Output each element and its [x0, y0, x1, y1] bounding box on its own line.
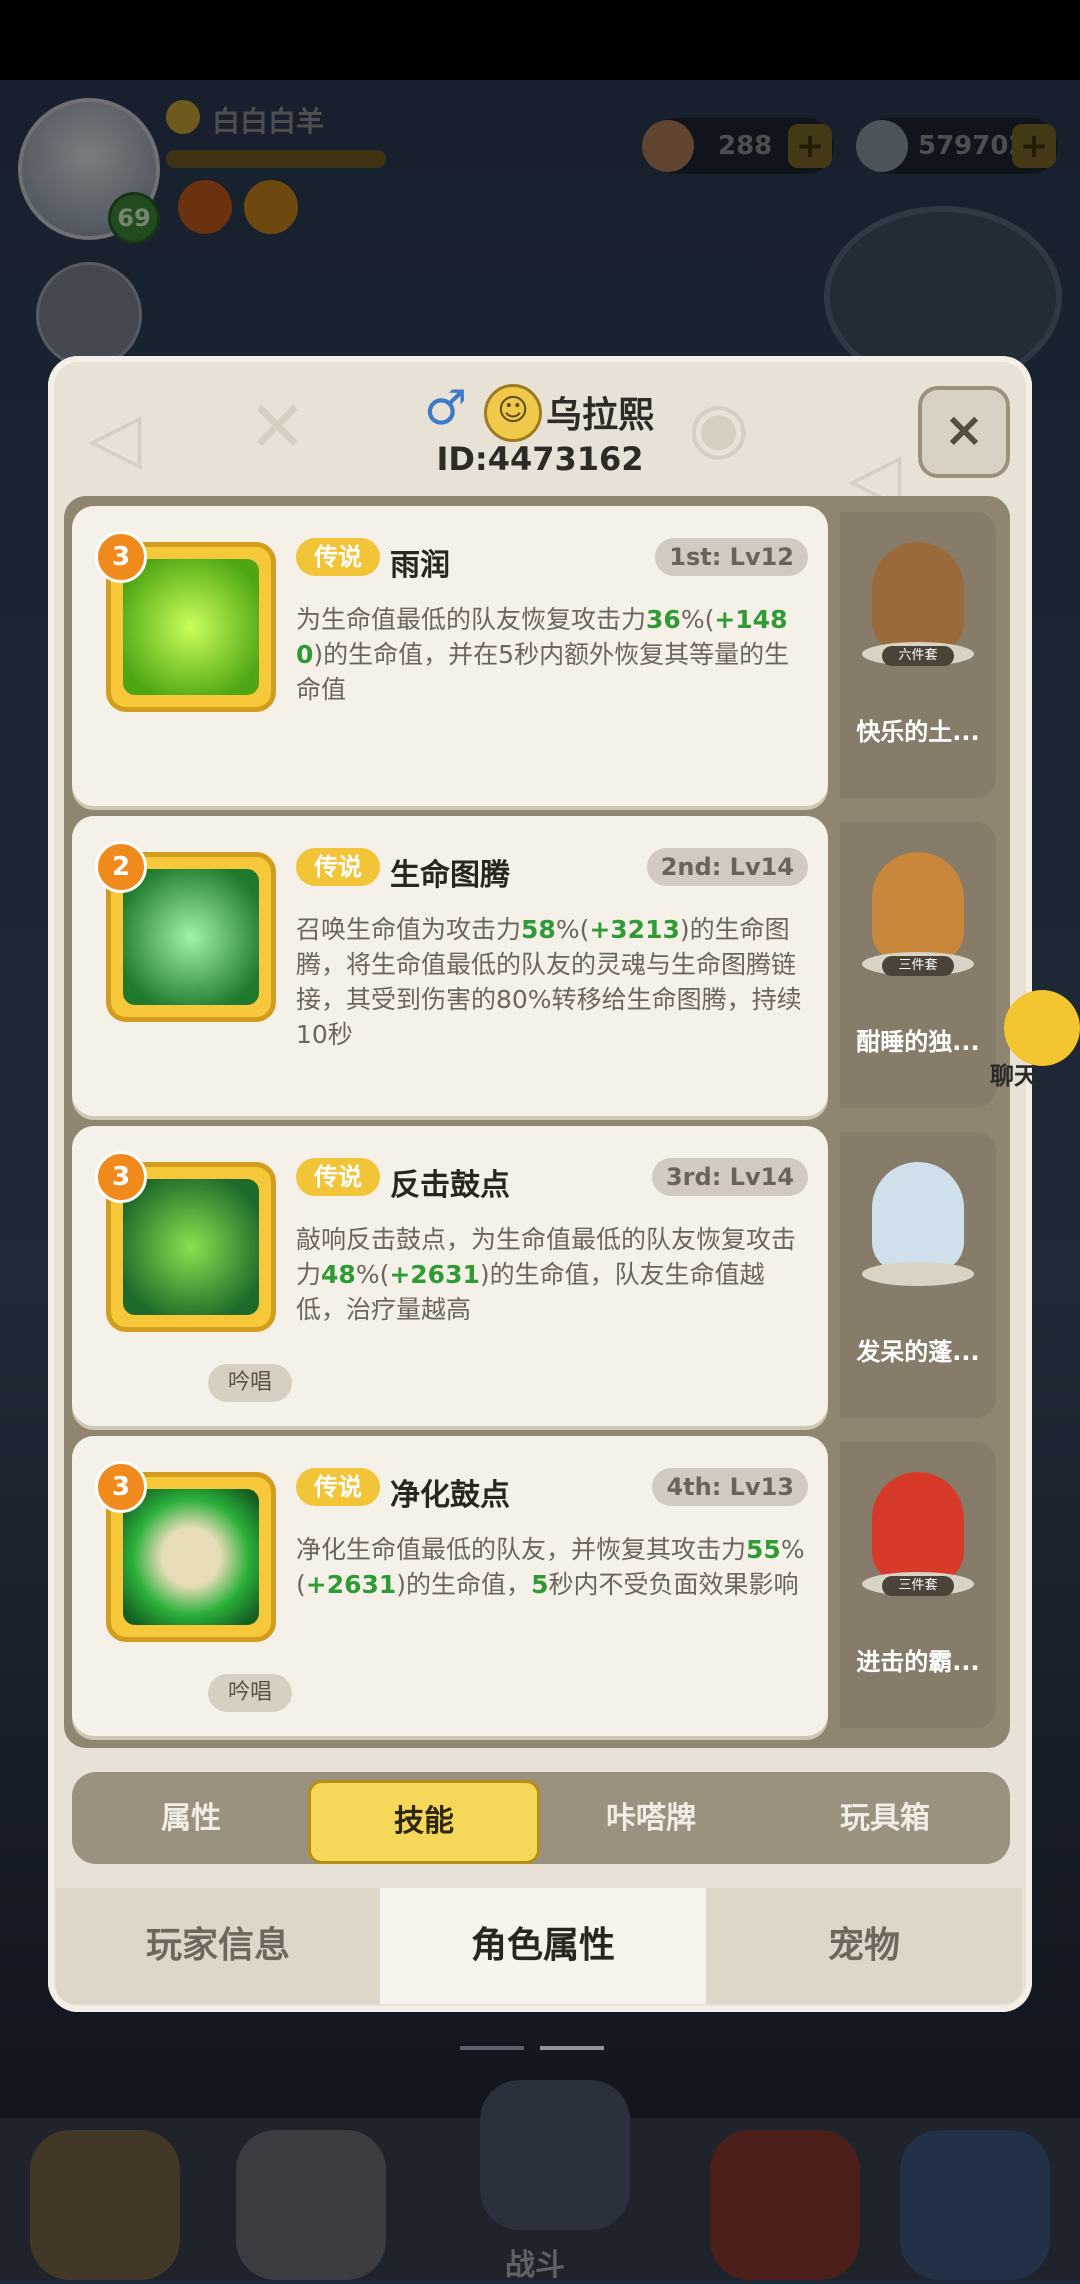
- purify-drum-icon: [123, 1489, 259, 1625]
- suit-panel[interactable]: 六件套 快乐的土...: [840, 512, 996, 798]
- desc-text: )的生命值，: [396, 1570, 532, 1599]
- desc-value: 5: [531, 1570, 549, 1599]
- suit-set-badge: 六件套: [882, 646, 954, 666]
- tab-toybox[interactable]: 玩具箱: [772, 1780, 998, 1858]
- page-indicator: [540, 2046, 604, 2050]
- desc-value: 55: [746, 1535, 781, 1564]
- skill-description: 敲响反击鼓点，为生命值最低的队友恢复攻击力48%(+2631)的生命值，队友生命…: [296, 1222, 808, 1327]
- suit-set-badge: 三件套: [882, 1576, 954, 1596]
- desc-text: %(: [555, 915, 590, 944]
- desc-text: 为生命值最低的队友恢复攻击力: [296, 605, 647, 634]
- desc-text: )的生命值，并在5秒内额外恢复其等量的生命值: [296, 640, 790, 704]
- suit-name: 发呆的蓬...: [856, 1338, 980, 1366]
- tab-pet[interactable]: 宠物: [706, 1888, 1022, 2004]
- suit-name: 进击的霸...: [856, 1648, 980, 1676]
- suit-set-badge: 三件套: [882, 956, 954, 976]
- suit-base: [862, 1262, 974, 1286]
- chat-icon[interactable]: [1004, 990, 1080, 1066]
- skill-name: 反击鼓点: [390, 1168, 510, 1203]
- skill-card[interactable]: 3 吟唱 传说 净化鼓点 4th: Lv13 净化生命值最低的队友，并恢复其攻击…: [72, 1436, 828, 1736]
- skill-description: 为生命值最低的队友恢复攻击力36%(+1480)的生命值，并在5秒内额外恢复其等…: [296, 602, 808, 707]
- chat-label[interactable]: 聊天: [990, 1056, 1038, 1091]
- desc-value: +2631: [305, 1570, 397, 1599]
- chant-badge: 吟唱: [208, 1674, 292, 1712]
- skill-rank-badge: 3: [95, 1151, 147, 1203]
- skill-card[interactable]: 2 传说 生命图腾 2nd: Lv14 召唤生命值为攻击力58%(+3213)的…: [72, 816, 828, 1116]
- face-icon: ☺: [484, 384, 542, 442]
- suit-figure-icon: [872, 542, 964, 652]
- skill-icon-frame: 3: [95, 1151, 276, 1332]
- male-icon: ♂: [424, 380, 468, 436]
- tab-attributes[interactable]: 属性: [78, 1780, 304, 1858]
- suit-name: 快乐的土...: [856, 718, 980, 746]
- skill-card[interactable]: 3 传说 雨润 1st: Lv12 为生命值最低的队友恢复攻击力36%(+148…: [72, 506, 828, 806]
- tab-character-attributes[interactable]: 角色属性: [380, 1888, 706, 2004]
- skill-rank-badge: 3: [95, 1461, 147, 1513]
- skill-level-tag: 4th: Lv13: [652, 1468, 808, 1506]
- skill-level-tag: 3rd: Lv14: [651, 1158, 808, 1196]
- suit-figure-icon: [872, 1162, 964, 1272]
- skill-description: 召唤生命值为攻击力58%(+3213)的生命图腾，将生命值最低的队友的灵魂与生命…: [296, 912, 808, 1052]
- legend-tag: 传说: [296, 1158, 380, 1196]
- skill-name: 生命图腾: [390, 858, 510, 893]
- suit-figure-icon: [872, 852, 964, 962]
- desc-text: 净化生命值最低的队友，并恢复其攻击力: [296, 1535, 747, 1564]
- skill-name: 雨润: [390, 548, 450, 583]
- skill-icon-frame: 3: [95, 531, 276, 712]
- suit-figure-icon: [872, 1472, 964, 1582]
- skill-card[interactable]: 3 吟唱 传说 反击鼓点 3rd: Lv14 敲响反击鼓点，为生命值最低的队友恢…: [72, 1126, 828, 1426]
- legend-tag: 传说: [296, 848, 380, 886]
- skill-rank-badge: 2: [95, 841, 147, 893]
- chant-badge: 吟唱: [208, 1364, 292, 1402]
- desc-text: %(: [680, 605, 715, 634]
- suit-panel[interactable]: 三件套 酣睡的独...: [840, 822, 996, 1108]
- desc-value: +2631: [389, 1260, 480, 1289]
- desc-value: 58: [521, 915, 556, 944]
- desc-text: 召唤生命值为攻击力: [296, 915, 522, 944]
- tab-cards[interactable]: 咔嗒牌: [538, 1780, 764, 1858]
- suit-panel[interactable]: 发呆的蓬...: [840, 1132, 996, 1418]
- page-indicator: [460, 2046, 524, 2050]
- tab-skills[interactable]: 技能: [308, 1780, 540, 1864]
- legend-tag: 传说: [296, 538, 380, 576]
- desc-value: 36: [646, 605, 681, 634]
- suit-panel[interactable]: 三件套 进击的霸...: [840, 1442, 996, 1728]
- heal-cross-icon: [123, 559, 259, 695]
- legend-tag: 传说: [296, 1468, 380, 1506]
- status-bar: [0, 0, 1080, 80]
- skill-level-tag: 2nd: Lv14: [646, 848, 808, 886]
- drum-heal-icon: [123, 1179, 259, 1315]
- tab-player-info[interactable]: 玩家信息: [56, 1888, 380, 2004]
- desc-value: 48: [321, 1260, 356, 1289]
- skill-rank-badge: 3: [95, 531, 147, 583]
- desc-text: 秒内不受负面效果影响: [548, 1570, 799, 1599]
- totem-icon: [123, 869, 259, 1005]
- skill-name: 净化鼓点: [390, 1478, 510, 1513]
- skill-icon-frame: 3: [95, 1461, 276, 1642]
- desc-text: %(: [355, 1260, 390, 1289]
- character-name: 乌拉熙: [546, 395, 655, 436]
- skill-level-tag: 1st: Lv12: [655, 538, 808, 576]
- close-button[interactable]: ×: [918, 386, 1010, 478]
- skill-icon-frame: 2: [95, 841, 276, 1022]
- suit-name: 酣睡的独...: [856, 1028, 980, 1056]
- desc-value: +3213: [589, 915, 680, 944]
- skill-description: 净化生命值最低的队友，并恢复其攻击力55%(+2631)的生命值，5秒内不受负面…: [296, 1532, 808, 1602]
